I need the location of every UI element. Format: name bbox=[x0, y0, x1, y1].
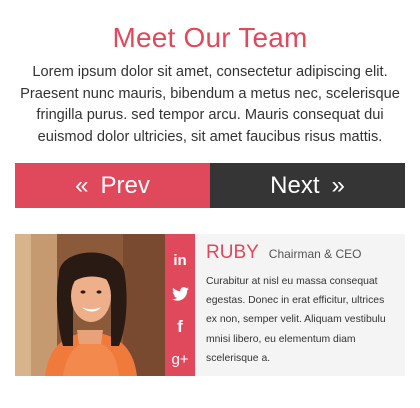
section-intro: Lorem ipsum dolor sit amet, consectetur … bbox=[20, 64, 400, 145]
twitter-icon[interactable] bbox=[165, 277, 195, 310]
team-member-card: in f g+ RUBY Chairman & CEO Curabitur at… bbox=[15, 234, 405, 376]
next-button-label: Next bbox=[270, 171, 320, 199]
section-title: Meet Our Team bbox=[112, 22, 308, 53]
facebook-icon[interactable]: f bbox=[165, 310, 195, 343]
prev-button[interactable]: « Prev bbox=[15, 163, 210, 208]
linkedin-icon[interactable]: in bbox=[165, 244, 195, 277]
social-links: in f g+ bbox=[165, 234, 195, 376]
double-chevron-left-icon: « bbox=[75, 171, 89, 199]
member-role: Chairman & CEO bbox=[268, 247, 362, 261]
member-info: RUBY Chairman & CEO Curabitur at nisl eu… bbox=[206, 242, 398, 368]
team-navigation: « Prev Next » bbox=[15, 163, 405, 208]
member-name: RUBY bbox=[206, 242, 259, 263]
member-photo bbox=[15, 234, 165, 376]
double-chevron-right-icon: » bbox=[331, 171, 345, 199]
prev-button-label: Prev bbox=[100, 171, 150, 199]
member-bio: Curabitur at nisl eu massa consequat ege… bbox=[206, 276, 386, 364]
google-plus-icon[interactable]: g+ bbox=[165, 343, 195, 376]
next-button[interactable]: Next » bbox=[210, 163, 405, 208]
